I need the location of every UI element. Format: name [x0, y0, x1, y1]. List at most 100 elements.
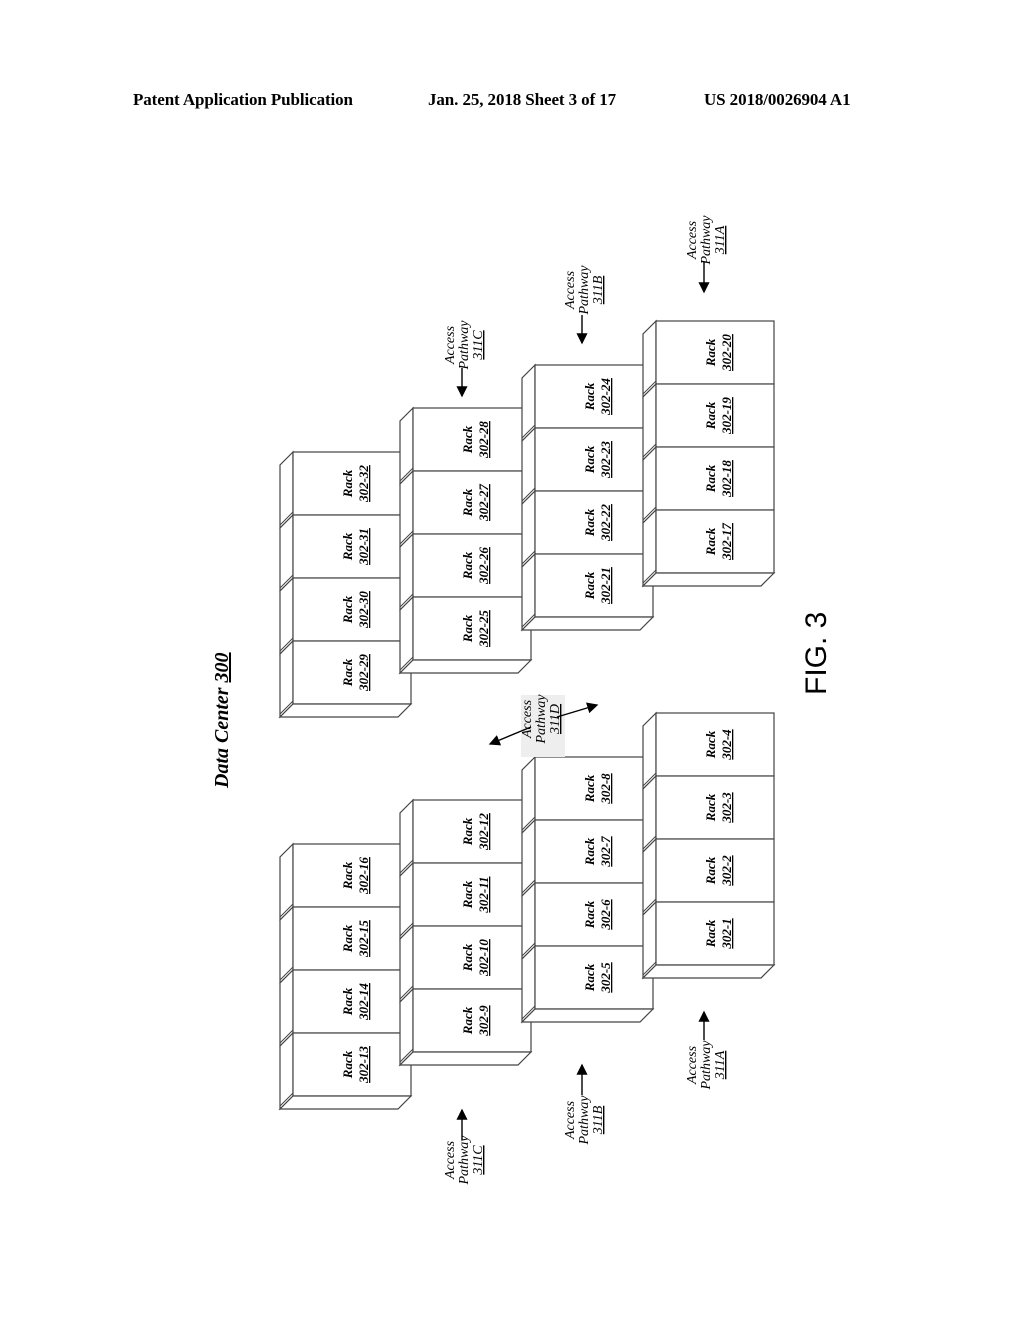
pathway-label-line1: Access	[563, 270, 578, 310]
rack-row: Rack 302-8Rack 302-7Rack 302-6Rack 302-5	[520, 755, 655, 1024]
pathway-label-line2: Pathway	[577, 265, 592, 316]
rack-label-id: 302-16	[356, 857, 371, 895]
rack-row: Rack 302-12Rack 302-11Rack 302-10Rack 302-9	[398, 798, 533, 1067]
rack-label-id: 302-3	[719, 792, 734, 824]
rack-label: Rack 302-28	[460, 421, 491, 459]
rack-label-id: 302-18	[719, 460, 734, 498]
rack-label-id: 302-11	[476, 876, 491, 913]
rack-label-word: Rack	[582, 571, 597, 600]
rack-label-id: 302-17	[719, 523, 734, 561]
rack-row: Rack 302-28Rack 302-27Rack 302-26Rack 302-25	[398, 406, 533, 675]
rack-label-word: Rack	[340, 469, 355, 498]
rack-label: Rack 302-18	[703, 460, 734, 498]
pathway-label: Access Pathway 311A	[685, 1040, 728, 1091]
pathway-label-line2: Pathway	[577, 1095, 592, 1146]
rack-label-word: Rack	[582, 963, 597, 992]
rack-label-word: Rack	[460, 488, 475, 517]
rack-label-word: Rack	[703, 793, 718, 822]
pathway-label-ref: 311B	[591, 275, 606, 305]
rack-label-id: 302-7	[598, 836, 613, 868]
rack-label: Rack 302-20	[703, 334, 734, 372]
pathway-label: Access Pathway 311A	[685, 215, 728, 266]
rack-row-base	[278, 703, 413, 718]
rack-label: Rack 302-21	[582, 567, 613, 605]
rack-label: Rack 302-14	[340, 983, 371, 1021]
rack-label: Rack 302-22	[582, 504, 613, 542]
rack-row: Rack 302-20Rack 302-19Rack 302-18Rack 302-17	[641, 319, 776, 588]
rack-row: Rack 302-16Rack 302-15Rack 302-14Rack 302-13	[278, 842, 413, 1111]
rack-row-base	[520, 1008, 655, 1023]
rack-label-word: Rack	[460, 1006, 475, 1035]
access-pathway-lower-311C: Access Pathway 311C	[443, 1108, 486, 1186]
rack-label: Rack 302-24	[582, 378, 613, 416]
pathway-label: Access Pathway 311C	[443, 1135, 486, 1186]
rack-label-id: 302-9	[476, 1005, 491, 1037]
rack-label-word: Rack	[582, 900, 597, 929]
rack-label-word: Rack	[340, 987, 355, 1016]
rack-label: Rack 302-17	[703, 523, 734, 561]
rack-label: Rack 302-19	[703, 397, 734, 435]
rack-row-base	[398, 659, 533, 674]
pathway-label-ref: 311C	[471, 330, 486, 361]
access-pathway-upper-311C: Access Pathway 311C	[443, 320, 486, 398]
rack-label-id: 302-13	[356, 1046, 371, 1084]
rack-label-id: 302-6	[598, 899, 613, 931]
rack-row: Rack 302-4Rack 302-3Rack 302-2Rack 302-1	[641, 711, 776, 980]
rack-label-id: 302-5	[598, 962, 613, 994]
pathway-label: Access Pathway 311C	[443, 320, 486, 371]
rack-label: Rack 302-10	[460, 939, 491, 977]
rack-label: Rack 302-26	[460, 547, 491, 585]
pathway-label-line1: Access	[520, 699, 535, 739]
rack-label-id: 302-29	[356, 654, 371, 692]
figure-drawing: Data Center 300 FIG. 3 Rack 302-16Rack 302…	[211, 215, 833, 1186]
rack-label-id: 302-8	[598, 773, 613, 805]
rack-label: Rack 302-7	[582, 836, 613, 868]
rack-label-id: 302-1	[719, 918, 734, 949]
rack-label-word: Rack	[340, 861, 355, 890]
pathway-label: Access Pathway 311B	[563, 1095, 606, 1146]
rack-label: Rack 302-12	[460, 813, 491, 851]
rack-label-id: 302-31	[356, 528, 371, 566]
pathway-label-line1: Access	[563, 1100, 578, 1140]
rack-label-word: Rack	[703, 401, 718, 430]
rack-label-word: Rack	[340, 658, 355, 687]
pathway-label-line2: Pathway	[699, 1040, 714, 1091]
rack-label-word: Rack	[582, 774, 597, 803]
figure-title: Data Center 300	[211, 652, 233, 789]
rack-label: Rack 302-32	[340, 465, 371, 503]
rack-label-word: Rack	[460, 817, 475, 846]
rack-label: Rack 302-31	[340, 528, 371, 566]
rack-label-word: Rack	[460, 614, 475, 643]
rack-label: Rack 302-9	[460, 1005, 491, 1037]
access-pathway-middle-311D: Access Pathway 311D	[488, 694, 599, 757]
rack-label: Rack 302-25	[460, 610, 491, 648]
rack-label-id: 302-20	[719, 334, 734, 372]
rack-label: Rack 302-5	[582, 962, 613, 994]
rack-label-word: Rack	[703, 919, 718, 948]
pathway-label-ref: 311D	[548, 704, 563, 735]
rack-label-id: 302-30	[356, 591, 371, 629]
rack-label-word: Rack	[340, 924, 355, 953]
rack-label-id: 302-24	[598, 378, 613, 416]
pathway-label-ref: 311A	[713, 225, 728, 255]
pathway-label-line2: Pathway	[457, 1135, 472, 1186]
rack-label-id: 302-27	[476, 484, 491, 522]
access-pathway-upper-311B: Access Pathway 311B	[563, 265, 606, 345]
pathway-label: Access Pathway 311B	[563, 265, 606, 316]
rack-label-id: 302-10	[476, 939, 491, 977]
access-pathway-upper-311A: Access Pathway 311A	[685, 215, 728, 294]
rack-label-word: Rack	[703, 527, 718, 556]
rack-label: Rack 302-15	[340, 920, 371, 958]
rack-label-id: 302-22	[598, 504, 613, 542]
rack-label: Rack 302-1	[703, 918, 734, 949]
figure-title-text: Data Center	[211, 682, 233, 789]
rack-row-base	[278, 1095, 413, 1110]
rack-label-word: Rack	[340, 595, 355, 624]
rack-label-id: 302-23	[598, 441, 613, 479]
rack-label-id: 302-15	[356, 920, 371, 958]
pathway-label-line1: Access	[685, 220, 700, 260]
rack-label-id: 302-21	[598, 567, 613, 605]
rack-label-id: 302-28	[476, 421, 491, 459]
pathway-label-line1: Access	[443, 1140, 458, 1180]
pathway-label-line2: Pathway	[699, 215, 714, 266]
